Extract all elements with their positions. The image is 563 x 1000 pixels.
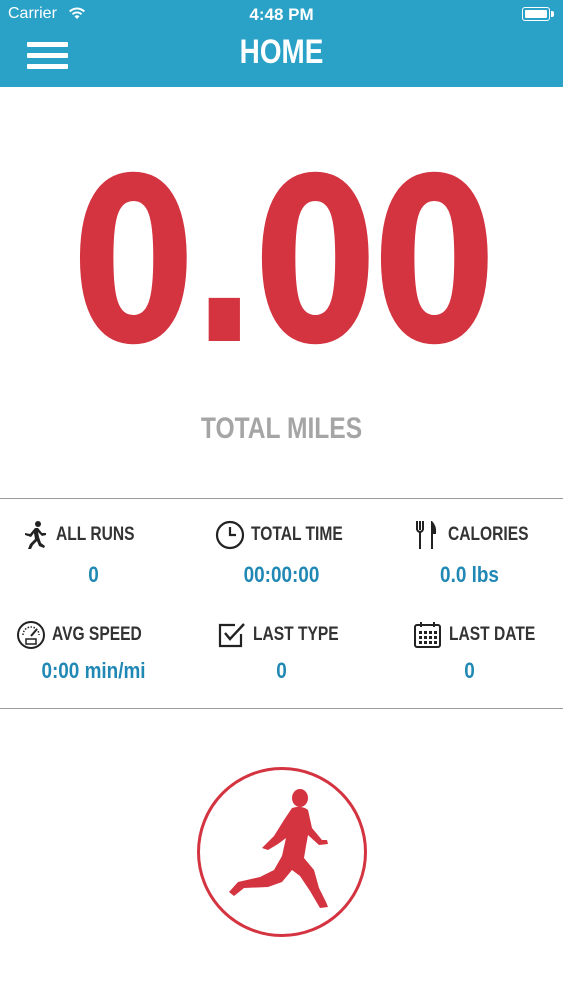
nav-bar: HOME — [0, 30, 563, 87]
stat-value: 00:00:00 — [243, 562, 320, 587]
stat-value: 0.0 lbs — [440, 562, 499, 587]
total-miles-value: 0.00 — [71, 129, 496, 395]
start-run-button[interactable] — [197, 767, 367, 937]
page-title: HOME — [239, 33, 324, 71]
stat-last-type: LAST TYPE 0 — [188, 620, 375, 690]
stat-total-time: TOTAL TIME 00:00:00 — [188, 520, 375, 590]
stat-value: 0 — [464, 658, 475, 683]
stat-all-runs: ALL RUNS 0 — [0, 520, 187, 590]
stat-value: 0 — [276, 658, 287, 683]
stat-label: CALORIES — [448, 524, 529, 545]
stat-value: 0:00 min/mi — [41, 658, 146, 683]
stat-label: LAST TYPE — [253, 624, 339, 645]
stat-label: LAST DATE — [449, 624, 536, 645]
clock-icon — [215, 520, 245, 550]
runner-icon — [229, 789, 328, 908]
calendar-icon — [413, 620, 443, 650]
battery-icon — [522, 7, 554, 21]
stat-label: ALL RUNS — [56, 524, 135, 545]
runner-icon — [20, 520, 50, 550]
stat-value: 0 — [88, 562, 99, 587]
stat-avg-speed: AVG SPEED 0:00 min/mi — [0, 620, 187, 690]
stat-last-date: LAST DATE 0 — [376, 620, 563, 690]
stat-label: TOTAL TIME — [251, 524, 343, 545]
checkbox-icon — [217, 620, 247, 650]
speedometer-icon — [16, 620, 46, 650]
divider-top — [0, 498, 563, 499]
status-bar: Carrier 4:48 PM — [0, 0, 563, 30]
status-time: 4:48 PM — [249, 5, 314, 24]
divider-bottom — [0, 708, 563, 709]
stat-calories: CALORIES 0.0 lbs — [376, 520, 563, 590]
total-miles-label: TOTAL MILES — [200, 412, 363, 445]
fork-knife-icon — [412, 520, 442, 550]
stat-label: AVG SPEED — [52, 624, 142, 645]
